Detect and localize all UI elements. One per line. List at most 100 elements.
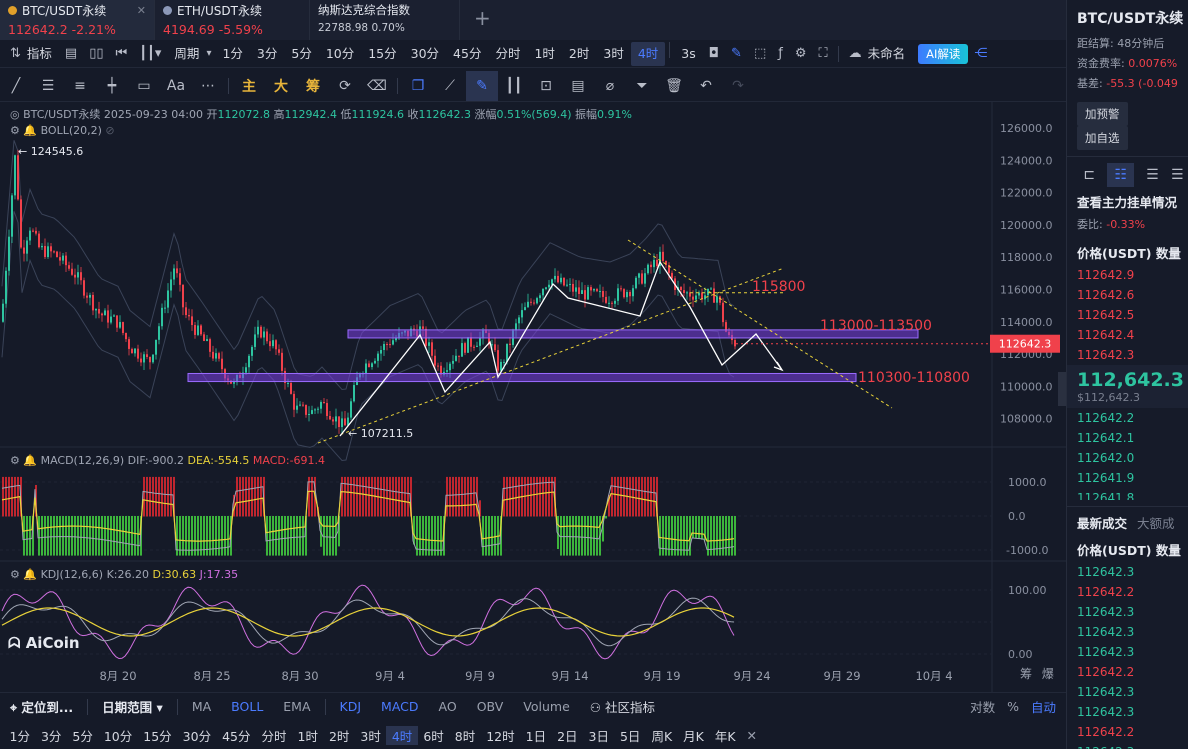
magnet-icon[interactable]: ⌀	[594, 78, 626, 94]
copy-icon[interactable]: ❐	[402, 78, 434, 94]
interval-7[interactable]: 分时	[488, 42, 527, 66]
bottom-interval-21[interactable]: 年K	[709, 726, 741, 745]
bottom-interval-2[interactable]: 5分	[67, 726, 98, 745]
layout-icon[interactable]: ▯▯	[83, 46, 109, 61]
bottom-interval-1[interactable]: 3分	[35, 726, 66, 745]
sub-indicator-obv[interactable]: OBV	[467, 699, 514, 714]
filter-icon[interactable]: ⏷	[626, 78, 658, 94]
main-indicator-boll[interactable]: BOLL	[221, 699, 273, 714]
bottom-interval-4[interactable]: 15分	[138, 726, 177, 745]
delete-icon[interactable]: 🗑	[658, 78, 690, 94]
indicator-fx-icon[interactable]: ƒ	[772, 46, 789, 61]
auto-scale-toggle[interactable]: 自动	[1025, 697, 1066, 716]
bottom-interval-5[interactable]: 30分	[177, 726, 216, 745]
bottom-interval-18[interactable]: 5日	[614, 726, 645, 745]
hide-icon[interactable]: ⊘	[105, 124, 114, 137]
bottom-interval-3[interactable]: 10分	[98, 726, 137, 745]
interval-10[interactable]: 3时	[596, 42, 630, 66]
interval-11[interactable]: 4时	[630, 41, 666, 66]
share-icon[interactable]: ⋲	[968, 46, 993, 61]
bottom-interval-0[interactable]: 1分	[4, 726, 35, 745]
interval-1[interactable]: 3分	[250, 42, 284, 66]
add-favorite-button[interactable]: 加自选	[1077, 126, 1128, 150]
add-tab-icon[interactable]: +	[460, 0, 505, 40]
latest-trades-tab[interactable]: 最新成交	[1067, 513, 1137, 535]
tab-nasdaq[interactable]: 纳斯达克综合指数 22788.98 0.70%	[310, 0, 460, 40]
close-icon[interactable]: ✕	[741, 728, 762, 743]
main-indicator-ema[interactable]: EMA	[273, 699, 320, 714]
layout-name-dropdown[interactable]: 未命名	[868, 42, 913, 66]
bottom-interval-20[interactable]: 月K	[678, 726, 710, 745]
log-scale-toggle[interactable]: 对数	[964, 697, 1001, 716]
parallel-tool-icon[interactable]: ≡	[64, 78, 96, 94]
zone-110300-110800[interactable]	[187, 372, 857, 383]
calendar-icon[interactable]: ▤	[59, 46, 83, 61]
percent-scale-toggle[interactable]: %	[1001, 699, 1025, 714]
bottom-interval-12[interactable]: 6时	[418, 726, 449, 745]
ai-analysis-button[interactable]: AI解读	[918, 43, 969, 64]
clear-drawing-icon[interactable]: ⌫	[361, 78, 393, 94]
period-dropdown[interactable]: 周期	[167, 42, 206, 66]
bell-icon[interactable]: 🔔	[23, 568, 37, 581]
tab-btc[interactable]: BTC/USDT永续 112642.2 -2.21% ✕	[0, 0, 155, 40]
rect-tool-icon[interactable]: ▭	[128, 78, 160, 94]
bid-row[interactable]: 112641.8	[1067, 488, 1188, 500]
interval-5[interactable]: 30分	[404, 42, 446, 66]
bottom-interval-10[interactable]: 3时	[355, 726, 386, 745]
interval-3[interactable]: 10分	[319, 42, 361, 66]
bid-row[interactable]: 112641.9	[1067, 468, 1188, 488]
bottom-interval-15[interactable]: 1日	[520, 726, 551, 745]
eye-icon[interactable]: ◎	[10, 108, 20, 121]
hline-tool-icon[interactable]: ┿	[96, 78, 128, 94]
chip-corner-label[interactable]: 筹	[1020, 667, 1032, 681]
main-force-button[interactable]: 主	[233, 76, 265, 96]
settings-icon[interactable]: ⚙	[10, 124, 20, 137]
bottom-interval-7[interactable]: 分时	[256, 726, 292, 745]
bottom-interval-6[interactable]: 45分	[217, 726, 256, 745]
close-icon[interactable]: ✕	[137, 4, 146, 17]
bell-icon[interactable]: 🔔	[23, 124, 37, 137]
big-trades-tab[interactable]: 大额成	[1137, 513, 1175, 535]
wave-projection-path[interactable]	[339, 260, 783, 437]
redo-icon[interactable]: ↷	[722, 78, 754, 94]
fullscreen-icon[interactable]: ⛶	[812, 46, 833, 61]
kline-chart[interactable]: 126000.0 124000.0 122000.0 120000.0 118000.0…	[0, 102, 1066, 692]
bottom-interval-8[interactable]: 1时	[292, 726, 323, 745]
note-icon[interactable]: ▤	[562, 78, 594, 94]
lock-icon[interactable]: ⊡	[530, 78, 562, 94]
replay-icon[interactable]: ⏮	[110, 46, 134, 61]
date-range-dropdown[interactable]: 日期范围 ▾	[92, 697, 173, 716]
text-tool[interactable]: Aa	[160, 78, 192, 94]
bottom-interval-16[interactable]: 2日	[552, 726, 583, 745]
sub-indicator-kdj[interactable]: KDJ	[330, 699, 372, 714]
tab-eth[interactable]: ETH/USDT永续 4194.69 -5.59%	[155, 0, 310, 40]
interval-0[interactable]: 1分	[215, 42, 249, 66]
bottom-interval-9[interactable]: 2时	[323, 726, 354, 745]
indicator-button[interactable]: 指标	[27, 42, 59, 66]
big-order-button[interactable]: 大	[265, 76, 297, 96]
settings-icon[interactable]: ⚙	[789, 46, 813, 61]
interval-9[interactable]: 2时	[562, 42, 596, 66]
share-frame-icon[interactable]: ⬚	[748, 46, 772, 61]
bell-icon[interactable]: 🔔	[23, 454, 37, 467]
settings-icon[interactable]: ⚙	[10, 454, 20, 467]
orderbook-asks-icon[interactable]: ☰	[1171, 167, 1184, 183]
burst-corner-label[interactable]: 爆	[1042, 667, 1054, 681]
interval-12[interactable]: 3s	[674, 42, 702, 66]
bid-row[interactable]: 112642.2	[1067, 408, 1188, 428]
sub-indicator-ao[interactable]: AO	[429, 699, 467, 714]
sync-icon[interactable]: ⟳	[329, 78, 361, 94]
candle-type-icon[interactable]: ┃┃▾	[133, 46, 167, 61]
bottom-interval-14[interactable]: 12时	[481, 726, 520, 745]
orderbook-bids-icon[interactable]: ☰	[1134, 167, 1170, 183]
bottom-interval-11[interactable]: 4时	[386, 725, 418, 745]
ask-row[interactable]: 112642.6	[1067, 285, 1188, 305]
ruler-icon[interactable]: ⟋	[434, 78, 466, 94]
pen-icon[interactable]: ✎	[725, 46, 748, 61]
draw-mode-icon[interactable]: ✎	[466, 70, 498, 101]
bid-row[interactable]: 112642.0	[1067, 448, 1188, 468]
chart-area[interactable]: 126000.0 124000.0 122000.0 120000.0 118000.0…	[0, 102, 1066, 692]
ask-row[interactable]: 112642.5	[1067, 305, 1188, 325]
interval-2[interactable]: 5分	[284, 42, 318, 66]
orderbook-both-icon[interactable]: ☷	[1107, 162, 1135, 187]
